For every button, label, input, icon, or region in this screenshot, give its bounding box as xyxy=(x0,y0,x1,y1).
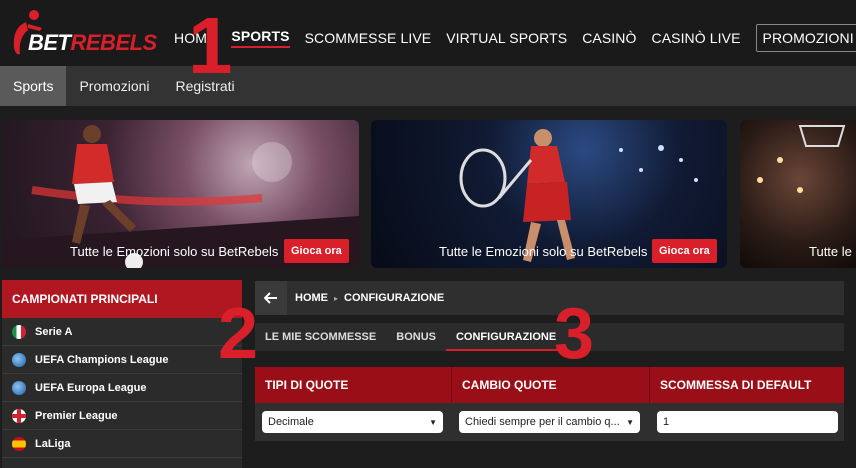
nav-casino[interactable]: CASINÒ xyxy=(582,30,636,46)
caret-down-icon: ▼ xyxy=(429,417,437,427)
breadcrumb-current: CONFIGURAZIONE xyxy=(344,292,445,304)
league-label: UEFA Champions League xyxy=(35,353,169,366)
odds-type-select[interactable]: Decimale ▼ xyxy=(262,411,443,433)
configuration-row: Decimale ▼ Chiedi sempre per il cambio q… xyxy=(255,403,844,441)
league-label: Serie A xyxy=(35,325,73,338)
breadcrumb-home[interactable]: HOME xyxy=(295,292,328,304)
breadcrumb-separator-icon: ▸ xyxy=(334,293,339,303)
annotation-number-3: 3 xyxy=(554,294,595,374)
logo-wordmark: BETREBELS xyxy=(28,30,157,56)
odds-change-cell: Chiedi sempre per il cambio q... ▼ xyxy=(452,411,650,433)
configuration-table: TIPI DI QUOTE CAMBIO QUOTE SCOMMESSA DI … xyxy=(255,367,844,441)
league-label: LaLiga xyxy=(35,437,71,450)
banner-football[interactable]: Tutte le Emozioni solo su BetRebels Gioc… xyxy=(2,120,359,268)
italy-flag-icon xyxy=(12,324,26,339)
back-button[interactable] xyxy=(255,281,287,315)
banner-basketball[interactable]: Tutte le E xyxy=(740,120,856,268)
sidebar-leagues: CAMPIONATI PRINCIPALI Serie A UEFA Champ… xyxy=(2,280,242,468)
banner-tennis[interactable]: Tutte le Emozioni solo su BetRebels Gioc… xyxy=(371,120,727,268)
league-item-champions-league[interactable]: UEFA Champions League xyxy=(2,346,242,374)
nav-virtual-sports[interactable]: VIRTUAL SPORTS xyxy=(446,30,567,46)
annotation-number-2: 2 xyxy=(218,294,259,374)
header-cambio-quote: CAMBIO QUOTE xyxy=(452,367,650,403)
logo-bet-text: BET xyxy=(28,30,71,55)
top-bar: BETREBELS HOME SPORTS SCOMMESSE LIVE VIR… xyxy=(0,0,856,66)
globe-icon xyxy=(12,352,26,367)
default-stake-input[interactable]: 1 xyxy=(657,411,838,433)
promo-carousel: Tutte le Emozioni solo su BetRebels Gioc… xyxy=(0,118,856,270)
default-stake-cell: 1 xyxy=(650,411,844,433)
odds-type-value: Decimale xyxy=(268,416,314,428)
logo-rebels-text: REBELS xyxy=(70,30,158,55)
sub-nav: Sports Promozioni Registrati xyxy=(0,66,856,106)
account-settings-panel: HOME ▸ CONFIGURAZIONE LE MIE SCOMMESSE B… xyxy=(255,281,844,441)
banner-caption: Tutte le E xyxy=(809,244,856,259)
nav-casino-live[interactable]: CASINÒ LIVE xyxy=(651,30,740,46)
odds-change-value: Chiedi sempre per il cambio q... xyxy=(465,416,620,428)
breadcrumb: HOME ▸ CONFIGURAZIONE xyxy=(255,281,844,315)
tab-bonus[interactable]: BONUS xyxy=(386,323,446,351)
arrow-left-icon xyxy=(264,292,277,304)
configuration-header: TIPI DI QUOTE CAMBIO QUOTE SCOMMESSA DI … xyxy=(255,367,844,403)
nav-scommesse-live[interactable]: SCOMMESSE LIVE xyxy=(305,30,432,46)
tab-configurazione[interactable]: CONFIGURAZIONE xyxy=(445,323,567,351)
betrebels-logo[interactable]: BETREBELS xyxy=(6,8,157,58)
banner-caption: Tutte le Emozioni solo su BetRebels xyxy=(439,244,648,259)
tab-le-mie-scommesse[interactable]: LE MIE SCOMMESSE xyxy=(255,323,386,351)
main-nav: HOME SPORTS SCOMMESSE LIVE VIRTUAL SPORT… xyxy=(174,24,856,52)
sidebar-title: CAMPIONATI PRINCIPALI xyxy=(2,280,242,318)
subnav-sports[interactable]: Sports xyxy=(0,66,67,106)
league-label: UEFA Europa League xyxy=(35,381,147,394)
league-item-serie-a[interactable]: Serie A xyxy=(2,318,242,346)
banner-caption: Tutte le Emozioni solo su BetRebels xyxy=(70,244,279,259)
league-item-laliga[interactable]: LaLiga xyxy=(2,430,242,458)
settings-tabs: LE MIE SCOMMESSE BONUS CONFIGURAZIONE xyxy=(255,323,844,351)
annotation-number-1: 1 xyxy=(188,1,233,90)
globe-icon xyxy=(12,380,26,395)
gioca-ora-button[interactable]: Gioca ora xyxy=(284,239,349,263)
spain-flag-icon xyxy=(12,436,26,451)
league-label: Premier League xyxy=(35,409,118,422)
default-stake-value: 1 xyxy=(663,416,670,428)
nav-sports[interactable]: SPORTS xyxy=(231,28,290,48)
nav-promozioni[interactable]: PROMOZIONI xyxy=(755,24,856,52)
league-item-premier-league[interactable]: Premier League xyxy=(2,402,242,430)
england-flag-icon xyxy=(12,408,26,423)
caret-down-icon: ▼ xyxy=(626,417,634,427)
header-scommessa-default: SCOMMESSA DI DEFAULT xyxy=(660,378,812,392)
header-tipi-di-quote: TIPI DI QUOTE xyxy=(255,367,452,403)
subnav-promozioni[interactable]: Promozioni xyxy=(66,66,162,106)
league-item-europa-league[interactable]: UEFA Europa League xyxy=(2,374,242,402)
odds-change-select[interactable]: Chiedi sempre per il cambio q... ▼ xyxy=(459,411,640,433)
gioca-ora-button[interactable]: Gioca ora xyxy=(652,239,717,263)
odds-type-cell: Decimale ▼ xyxy=(255,411,452,433)
